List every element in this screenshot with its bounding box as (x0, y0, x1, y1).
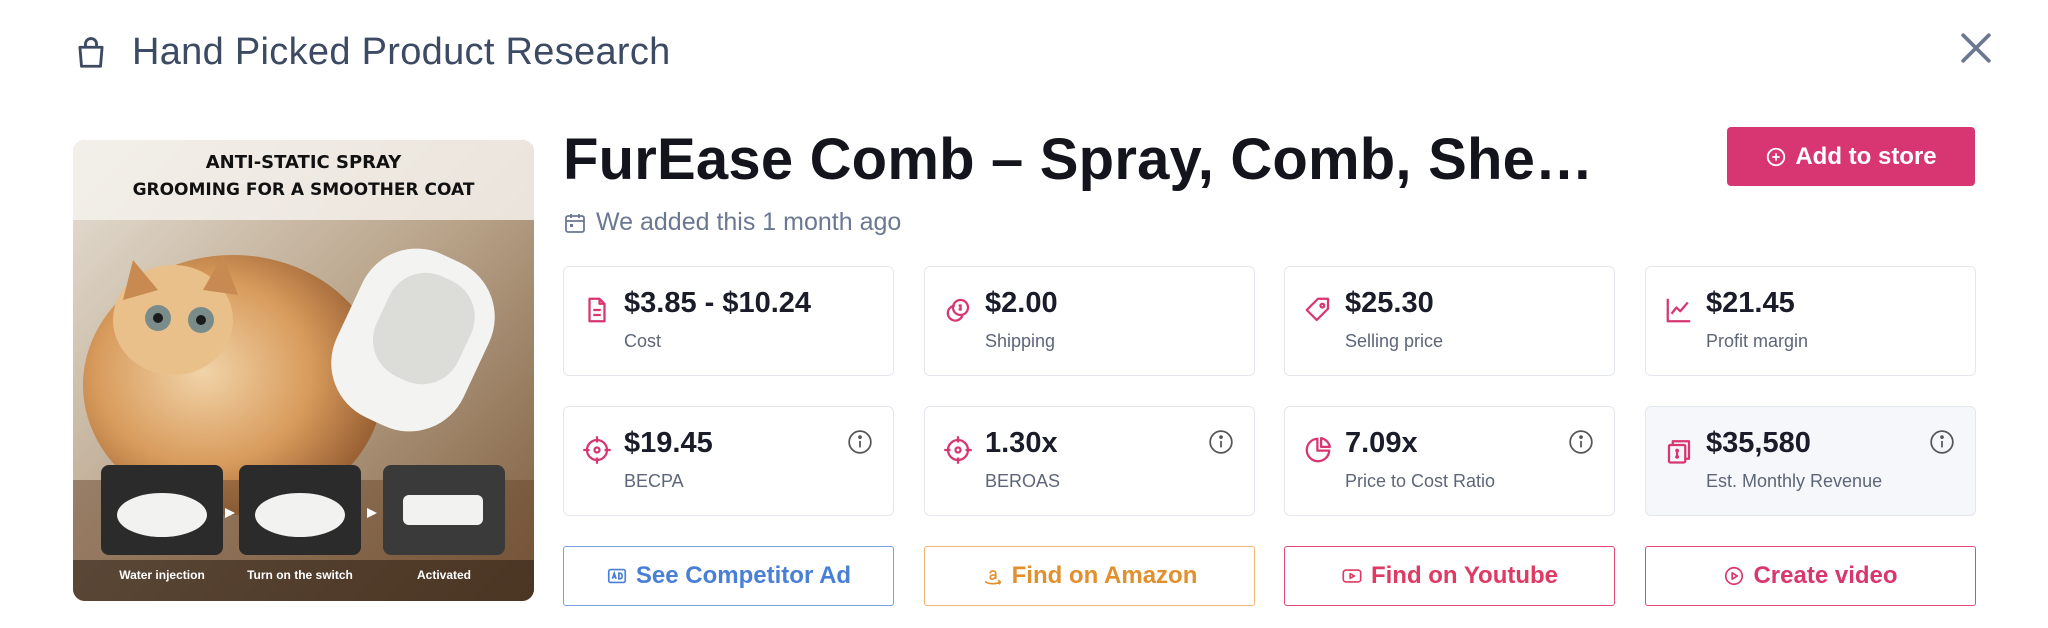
metric-value: $19.45 (624, 427, 713, 459)
metric-label: Price to Cost Ratio (1345, 471, 1496, 491)
info-icon[interactable] (847, 429, 873, 455)
chart-line-icon (1666, 298, 1691, 323)
pie-chart-icon (1305, 437, 1331, 463)
product-title: FurEase Comb – Spray, Comb, Shed-Free Gr… (563, 127, 1623, 192)
crosshair-icon (944, 436, 972, 464)
product-image: ANTI-STATIC SPRAY GROOMING FOR A SMOOTHE… (73, 140, 534, 601)
coins-icon (946, 298, 970, 322)
find-on-amazon-label: Find on Amazon (1011, 562, 1198, 589)
add-to-store-button[interactable]: Add to store (1727, 127, 1975, 186)
metric-value: $35,580 (1706, 427, 1811, 459)
added-date: We added this 1 month ago (563, 208, 901, 237)
metric-value: 7.09x (1345, 427, 1418, 459)
metric-value: 1.30x (985, 427, 1058, 459)
create-video-button[interactable]: Create video (1645, 546, 1976, 606)
metric-label: BECPA (624, 471, 684, 491)
metric-label: Cost (624, 331, 662, 351)
ad-icon (607, 568, 626, 584)
youtube-icon (1342, 569, 1362, 583)
metric-card-becpa: $19.45 BECPA (563, 406, 894, 516)
image-caption-sub: GROOMING FOR A SMOOTHER COAT (132, 180, 475, 200)
find-on-youtube-label: Find on Youtube (1370, 562, 1559, 589)
image-step-2: Turn on the switch (247, 568, 353, 582)
shopping-bag-icon (78, 37, 104, 68)
metric-label: BEROAS (985, 471, 1061, 491)
see-competitor-ad-button[interactable]: See Competitor Ad (563, 546, 894, 606)
metric-card-beroas: 1.30x BEROAS (924, 406, 1255, 516)
metric-card-price-cost-ratio: 7.09x Price to Cost Ratio (1284, 406, 1615, 516)
info-icon[interactable] (1208, 429, 1234, 455)
crosshair-icon (583, 436, 611, 464)
close-icon[interactable] (1954, 26, 1998, 70)
image-step-3: Activated (416, 568, 472, 582)
find-on-youtube-button[interactable]: Find on Youtube (1284, 546, 1615, 606)
see-competitor-ad-label: See Competitor Ad (635, 562, 852, 589)
metric-card-profit-margin: $21.45 Profit margin (1645, 266, 1976, 376)
tag-icon (1305, 297, 1330, 322)
metric-value: $25.30 (1345, 287, 1434, 319)
add-to-store-label: Add to store (1795, 142, 1937, 170)
metric-card-selling-price: $25.30 Selling price (1284, 266, 1615, 376)
metric-value: $2.00 (985, 287, 1058, 319)
metric-card-monthly-revenue: $35,580 Est. Monthly Revenue (1645, 406, 1976, 516)
metric-label: Selling price (1345, 331, 1444, 351)
calendar-icon (565, 213, 585, 233)
amazon-icon (984, 570, 1001, 585)
info-icon[interactable] (1568, 429, 1594, 455)
metric-label: Profit margin (1706, 331, 1809, 351)
document-icon (588, 297, 606, 323)
image-step-1: Water injection (119, 568, 205, 582)
create-video-label: Create video (1753, 562, 1898, 589)
play-circle-icon (1725, 566, 1744, 586)
find-on-amazon-button[interactable]: Find on Amazon (924, 546, 1255, 606)
metric-label: Est. Monthly Revenue (1706, 471, 1883, 491)
metric-value: $3.85 - $10.24 (624, 287, 812, 319)
metric-card-cost: $3.85 - $10.24 Cost (563, 266, 894, 376)
money-icon (1667, 440, 1691, 464)
info-icon[interactable] (1929, 429, 1955, 455)
metric-label: Shipping (985, 331, 1056, 351)
plus-circle-icon (1767, 147, 1786, 166)
modal-header: Hand Picked Product Research (72, 26, 1992, 78)
added-text: We added this 1 month ago (596, 208, 902, 236)
image-caption-top: ANTI-STATIC SPRAY (205, 152, 402, 173)
modal-title: Hand Picked Product Research (132, 30, 671, 73)
metric-card-shipping: $2.00 Shipping (924, 266, 1255, 376)
metric-value: $21.45 (1706, 287, 1795, 319)
